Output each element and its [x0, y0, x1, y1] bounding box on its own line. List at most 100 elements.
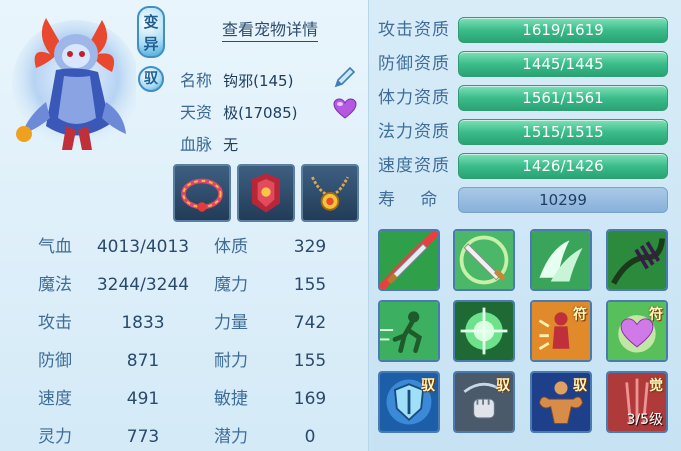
skill-slot-2[interactable] — [453, 229, 515, 291]
blood-row: 血脉 无 — [180, 131, 238, 155]
skill-tag: 符 — [649, 307, 663, 323]
attr-label: 敏捷 — [214, 389, 248, 409]
quality-bar: 1445/1445 — [458, 51, 668, 77]
quality-value: 1561/1561 — [522, 89, 604, 107]
skill-level: 3/5级 — [626, 412, 663, 428]
attr-value: 491 — [126, 389, 160, 409]
attr-value: 742 — [293, 313, 327, 333]
ring-collar-icon — [181, 178, 223, 212]
variant-badge-text: 变异 — [143, 13, 159, 53]
skill-slot-6[interactable] — [453, 300, 515, 362]
skill-slot-3[interactable] — [530, 229, 592, 291]
skill-slot-7[interactable]: 符 — [530, 300, 592, 362]
tame-badge-text: 驭 — [144, 71, 158, 87]
talent-label: 天资 — [180, 103, 213, 122]
quality-bar: 1561/1561 — [458, 85, 668, 111]
quality-row-defense: 防御资质 1445/1445 — [378, 49, 672, 79]
attr-row-hp: 气血 4013/4013 体质 329 — [0, 228, 368, 266]
quality-label: 速度资质 — [378, 156, 450, 176]
attr-label: 潜力 — [214, 427, 248, 447]
attr-value: 329 — [293, 237, 327, 257]
attr-row-spirit: 灵力 773 潜力 0 — [0, 418, 368, 451]
skill-slot-11[interactable]: 驭 — [530, 371, 592, 433]
gem-necklace-icon — [311, 176, 349, 211]
dash-runner-icon — [380, 302, 438, 360]
skill-tag: 驭 — [573, 378, 587, 394]
blood-label: 血脉 — [180, 135, 213, 154]
red-armor-icon — [252, 173, 280, 213]
attr-label: 体质 — [214, 237, 248, 257]
attr-row-attack: 攻击 1833 力量 742 — [0, 304, 368, 342]
attr-label: 灵力 — [38, 427, 72, 447]
name-label: 名称 — [180, 71, 213, 90]
skill-slot-5[interactable] — [378, 300, 440, 362]
skill-slot-10[interactable]: 驭 — [453, 371, 515, 433]
quality-value: 1445/1445 — [522, 55, 604, 73]
pen-icon[interactable] — [332, 64, 358, 90]
attr-label: 速度 — [38, 389, 72, 409]
attr-row-mp: 魔法 3244/3244 魔力 155 — [0, 266, 368, 304]
variant-badge: 变异 — [137, 6, 165, 58]
quality-row-stamina: 体力资质 1561/1561 — [378, 83, 672, 113]
quality-label: 防御资质 — [378, 54, 450, 74]
attr-row-speed: 速度 491 敏捷 169 — [0, 380, 368, 418]
attr-value: 0 — [304, 427, 316, 447]
attr-value: 773 — [126, 427, 160, 447]
quality-row-magic: 法力资质 1515/1515 — [378, 117, 672, 147]
quality-label: 攻击资质 — [378, 20, 450, 40]
attr-label: 魔力 — [214, 275, 248, 295]
skill-slot-12[interactable]: 觉 3/5级 — [606, 371, 668, 433]
quality-bar: 1619/1619 — [458, 17, 668, 43]
talent-value: 极(17085) — [223, 104, 298, 122]
attr-value: 4013/4013 — [96, 237, 190, 257]
attr-label: 魔法 — [38, 275, 72, 295]
attr-value: 3244/3244 — [96, 275, 190, 295]
sword-slash-icon — [380, 231, 438, 289]
equipment-slot-2[interactable] — [237, 164, 295, 222]
name-value: 钩邪(145) — [223, 72, 294, 90]
quality-row-attack: 攻击资质 1619/1619 — [378, 15, 672, 45]
sword-strike-icon — [455, 231, 513, 289]
quality-label: 法力资质 — [378, 122, 450, 142]
skill-slot-1[interactable] — [378, 229, 440, 291]
pet-portrait[interactable] — [6, 6, 140, 156]
view-pet-details-link[interactable]: 查看宠物详情 — [222, 16, 319, 42]
skill-slot-8[interactable]: 符 — [606, 300, 668, 362]
lifespan-value: 10299 — [539, 191, 587, 209]
equipment-slot-1[interactable] — [173, 164, 231, 222]
attr-label: 耐力 — [214, 351, 248, 371]
attr-value: 1833 — [121, 313, 165, 333]
shadow-claw-icon — [608, 231, 666, 289]
name-row: 名称 钩邪(145) — [180, 67, 293, 91]
attr-value: 871 — [126, 351, 160, 371]
attr-label: 力量 — [214, 313, 248, 333]
equipment-slot-3[interactable] — [301, 164, 359, 222]
attr-label: 气血 — [38, 237, 72, 257]
talent-row: 天资 极(17085) — [180, 99, 298, 123]
skill-tag: 符 — [573, 307, 587, 323]
attr-row-defense: 防御 871 耐力 155 — [0, 342, 368, 380]
quality-label: 体力资质 — [378, 88, 450, 108]
lifespan-bar: 10299 — [458, 187, 668, 213]
skill-tag: 觉 — [649, 378, 663, 394]
quality-bar: 1426/1426 — [458, 153, 668, 179]
green-orb-icon — [455, 302, 513, 360]
attr-value: 155 — [293, 275, 327, 295]
skill-slot-9[interactable]: 驭 — [378, 371, 440, 433]
skill-tag: 驭 — [421, 378, 435, 394]
blood-value: 无 — [223, 136, 239, 154]
attr-label: 防御 — [38, 351, 72, 371]
attr-value: 155 — [293, 351, 327, 371]
quality-row-speed: 速度资质 1426/1426 — [378, 151, 672, 181]
quality-value: 1426/1426 — [522, 157, 604, 175]
heart-icon[interactable] — [333, 98, 357, 120]
tame-badge: 驭 — [138, 66, 164, 92]
lifespan-row: 寿 命 10299 — [378, 185, 672, 215]
quality-value: 1619/1619 — [522, 21, 604, 39]
quality-bar: 1515/1515 — [458, 119, 668, 145]
skill-tag: 驭 — [496, 378, 510, 394]
skill-slot-4[interactable] — [606, 229, 668, 291]
quality-value: 1515/1515 — [522, 123, 604, 141]
lifespan-label: 寿 命 — [378, 190, 448, 210]
attr-value: 169 — [293, 389, 327, 409]
